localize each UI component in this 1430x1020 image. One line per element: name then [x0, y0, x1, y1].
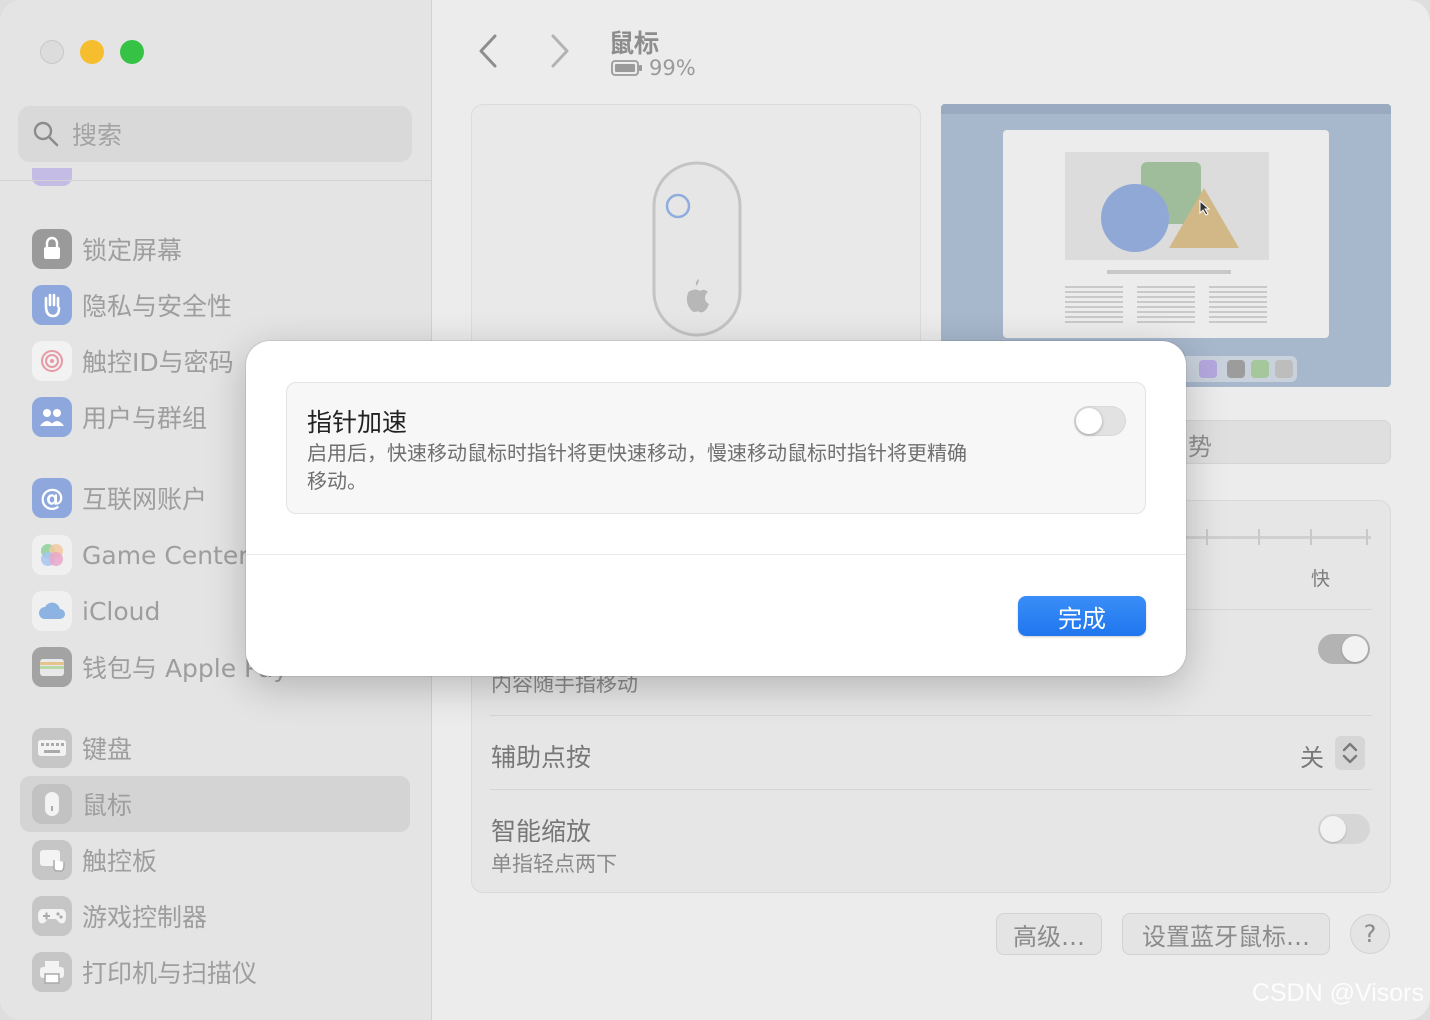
option-description: 启用后，快速移动鼠标时指针将更快速移动，慢速移动鼠标时指针将更精确移动。: [307, 441, 967, 493]
option-title: 指针加速: [307, 408, 408, 437]
row-divider: [490, 715, 1372, 716]
traffic-lights: [40, 40, 144, 64]
sidebar-item-trackpad[interactable]: 触控板: [20, 832, 410, 888]
forward-arrow-icon[interactable]: [539, 28, 579, 74]
sidebar-item-lock-screen[interactable]: 锁定屏幕: [20, 221, 410, 277]
sidebar-item-label: iCloud: [82, 596, 161, 626]
done-button[interactable]: 完成: [1018, 596, 1146, 636]
chevron-up-down-icon: [1342, 742, 1358, 764]
pointer-acceleration-toggle[interactable]: [1074, 406, 1126, 436]
sidebar-item-label: 触控板: [82, 847, 158, 876]
lock-icon: [32, 229, 72, 269]
sidebar-item-label: 打印机与扫描仪: [82, 959, 258, 988]
users-icon: [32, 397, 72, 437]
pointer-acceleration-option: 指针加速 启用后，快速移动鼠标时指针将更快速移动，慢速移动鼠标时指针将更精确移动…: [286, 382, 1146, 514]
pointer-acceleration-dialog: 指针加速 启用后，快速移动鼠标时指针将更快速移动，慢速移动鼠标时指针将更精确移动…: [246, 341, 1186, 676]
slider-tick: [1310, 529, 1312, 545]
minimize-button[interactable]: [80, 40, 104, 64]
close-button[interactable]: [40, 40, 64, 64]
battery-percent: 99%: [649, 56, 696, 80]
at-icon: @: [32, 478, 72, 518]
gesture-button-label: 势: [1188, 433, 1212, 461]
search-field[interactable]: 搜索: [18, 106, 412, 162]
tracking-speed-slider[interactable]: [1173, 536, 1371, 539]
sidebar-item-keyboard[interactable]: 键盘: [20, 720, 410, 776]
sidebar-item-label: 键盘: [82, 735, 133, 764]
smart-zoom-subtitle: 单指轻点两下: [491, 852, 617, 876]
assist-click-value[interactable]: 关: [1300, 738, 1324, 773]
mouse-illustration-card: [471, 104, 921, 354]
trackpad-icon: [32, 840, 72, 880]
sidebar-item-label: 游戏控制器: [82, 903, 208, 932]
sidebar-item-label: Game Center: [82, 540, 249, 570]
zoom-button[interactable]: [120, 40, 144, 64]
sidebar-item-label: 互联网账户: [82, 485, 208, 514]
watermark: CSDN @Visors: [1251, 979, 1424, 1007]
cursor-icon: [1199, 200, 1211, 216]
sidebar-item-label: 鼠标: [82, 791, 133, 820]
smart-zoom-label: 智能缩放: [491, 817, 592, 846]
hand-icon: [32, 285, 72, 325]
help-button[interactable]: ?: [1350, 914, 1390, 954]
advanced-button[interactable]: 高级…: [996, 913, 1102, 955]
keyboard-icon: [32, 728, 72, 768]
magic-mouse-illustration: [652, 161, 742, 337]
wallet-icon: [32, 647, 72, 687]
assist-click-label: 辅助点按: [491, 743, 592, 772]
slider-tick: [1258, 529, 1260, 545]
search-placeholder: 搜索: [72, 121, 123, 150]
gamepad-icon: [32, 896, 72, 936]
smart-zoom-toggle[interactable]: [1318, 814, 1370, 844]
battery-icon: [611, 60, 642, 76]
mouse-icon: [32, 784, 72, 824]
cloud-icon: [32, 591, 72, 631]
back-arrow-icon[interactable]: [469, 28, 509, 74]
sidebar-divider: [0, 180, 432, 181]
fingerprint-icon: [32, 341, 72, 381]
row-divider: [490, 789, 1372, 790]
sidebar-item-label: 隐私与安全性: [82, 292, 233, 321]
sidebar-item-label: 锁定屏幕: [82, 236, 183, 265]
slider-tick: [1206, 529, 1208, 545]
natural-scroll-toggle[interactable]: [1318, 634, 1370, 664]
printer-icon: [32, 952, 72, 992]
setup-bluetooth-mouse-button[interactable]: 设置蓝牙鼠标…: [1122, 913, 1330, 955]
clipped-sidebar-icon: [32, 168, 72, 186]
sidebar-item-privacy[interactable]: 隐私与安全性: [20, 277, 410, 333]
slider-max-label: 快: [1311, 568, 1331, 590]
sidebar-item-label: 触控ID与密码: [82, 348, 234, 377]
search-icon: [33, 121, 59, 147]
game-center-icon: [32, 535, 72, 575]
sidebar-item-label: 用户与群组: [82, 404, 208, 433]
sidebar-item-mouse[interactable]: 鼠标: [20, 776, 410, 832]
dialog-divider: [246, 554, 1186, 555]
battery-status: 99%: [611, 56, 696, 80]
assist-click-stepper[interactable]: [1335, 736, 1365, 770]
slider-tick: [1366, 529, 1368, 545]
page-title: 鼠标: [609, 29, 660, 58]
sidebar-item-game-controllers[interactable]: 游戏控制器: [20, 888, 410, 944]
sidebar-item-printers[interactable]: 打印机与扫描仪: [20, 944, 410, 1000]
